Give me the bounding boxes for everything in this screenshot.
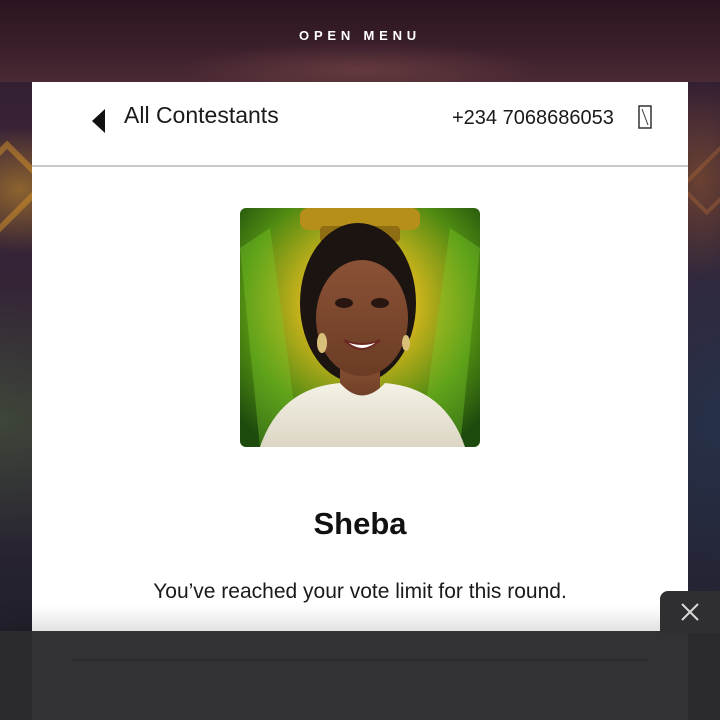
contestant-photo xyxy=(240,208,480,447)
vote-limit-message: You’ve reached your vote limit for this … xyxy=(153,580,567,603)
modal-header: All Contestants +234 7068686053 xyxy=(32,82,688,167)
open-menu-button[interactable]: OPEN MENU xyxy=(0,28,720,43)
vote-modal: All Contestants +234 7068686053 Sheba Yo… xyxy=(32,82,688,720)
top-bar: OPEN MENU xyxy=(0,0,720,82)
all-contestants-link[interactable]: All Contestants xyxy=(124,102,279,129)
bottom-overlay-divider xyxy=(72,659,648,661)
user-phone-number: +234 7068686053 xyxy=(452,107,614,129)
contestant-name: Sheba xyxy=(313,506,407,541)
close-icon[interactable] xyxy=(681,603,699,621)
chevron-left-icon[interactable] xyxy=(92,109,106,133)
bottom-overlay-panel xyxy=(32,631,688,720)
logout-icon[interactable] xyxy=(638,105,652,129)
close-overlay-button[interactable] xyxy=(660,591,720,633)
